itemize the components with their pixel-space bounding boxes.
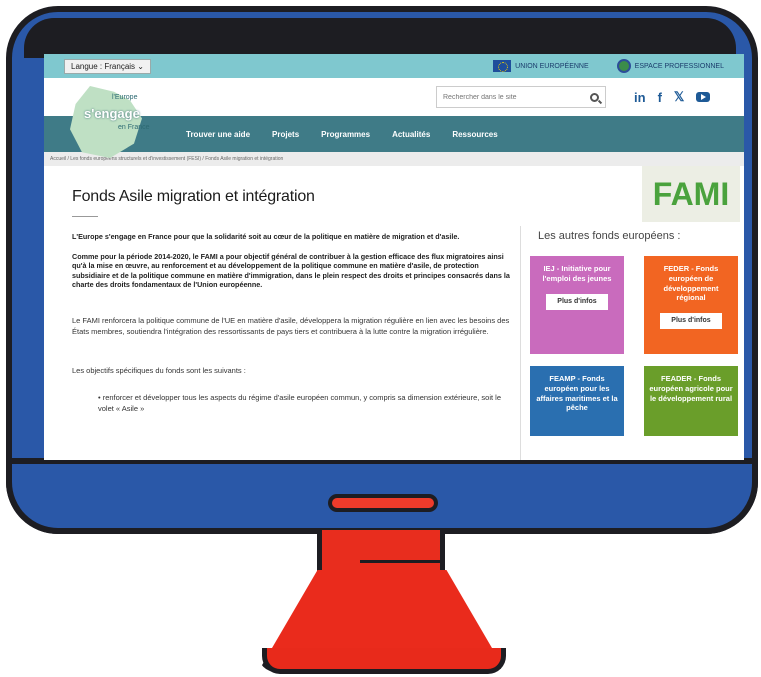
more-info-button[interactable]: Plus d'infos <box>660 313 722 329</box>
nav-item-aide[interactable]: Trouver une aide <box>186 130 250 139</box>
linkedin-icon[interactable]: in <box>634 90 646 105</box>
stand-line <box>360 560 440 563</box>
fund-card-feder[interactable]: FEDER - Fonds européen de développement … <box>644 256 738 354</box>
page-title: Fonds Asile migration et intégration <box>72 188 315 205</box>
pro-label: Espace professionnel <box>634 62 724 70</box>
fami-badge: FAMI <box>642 166 740 222</box>
eu-label: Union européenne <box>515 62 589 70</box>
search-input[interactable] <box>443 93 590 101</box>
site-logo[interactable]: l'Europe s'engage en France <box>62 80 154 160</box>
lead-paragraph: L'Europe s'engage en France pour que la … <box>72 232 460 241</box>
fund-card-feamp[interactable]: FEAMP - Fonds européen pour les affaires… <box>530 366 624 436</box>
nav-item-projets[interactable]: Projets <box>272 130 299 139</box>
more-info-button[interactable]: Plus d'infos <box>546 293 608 310</box>
fund-card-feader[interactable]: FEADER - Fonds européen agricole pour le… <box>644 366 738 436</box>
body-paragraph: Le FAMI renforcera la politique commune … <box>72 316 510 336</box>
nav-item-programmes[interactable]: Programmes <box>321 130 370 139</box>
fund-card-label: IEJ - Initiative pour l'emploi des jeune… <box>542 264 612 283</box>
search-icon[interactable] <box>590 92 599 102</box>
fund-card-label: FEAMP - Fonds européen pour les affaires… <box>536 374 618 413</box>
aside-title: Les autres fonds européens : <box>538 230 681 242</box>
pro-space-link[interactable]: Espace professionnel <box>616 59 724 73</box>
fund-card-iej[interactable]: IEJ - Initiative pour l'emploi des jeune… <box>530 256 624 354</box>
objectives-intro: Les objectifs spécifiques du fonds sont … <box>72 366 246 375</box>
objective-paragraph: Comme pour la période 2014-2020, le FAMI… <box>72 252 510 290</box>
title-underline <box>72 216 98 217</box>
objective-bullet: • renforcer et développer tous les aspec… <box>98 393 502 414</box>
monitor-top-edge <box>24 18 736 58</box>
monitor-neck <box>317 530 445 574</box>
power-indicator <box>328 494 438 512</box>
search-box[interactable] <box>436 86 606 108</box>
eu-flag-icon <box>493 60 512 72</box>
website-screen: Langue : Français ⌄ Union européenne Esp… <box>44 54 744 460</box>
eu-link[interactable]: Union européenne <box>493 60 589 72</box>
language-selector[interactable]: Langue : Français ⌄ <box>64 58 151 74</box>
fund-card-label: FEDER - Fonds européen de développement … <box>663 264 719 303</box>
youtube-icon[interactable] <box>696 92 711 102</box>
top-bar: Langue : Français ⌄ Union européenne Esp… <box>44 54 744 78</box>
twitter-icon[interactable]: 𝕏 <box>674 89 684 105</box>
social-links: in f 𝕏 <box>634 89 711 105</box>
logo-sub1: l'Europe <box>112 94 138 101</box>
aside-divider <box>520 226 521 460</box>
monitor-stand-base <box>262 648 506 674</box>
logo-sub2: en France <box>118 124 150 131</box>
nav-item-actualites[interactable]: Actualités <box>392 130 430 139</box>
logo-main: s'engage <box>84 106 140 121</box>
nav-item-ressources[interactable]: Ressources <box>452 130 497 139</box>
fund-card-label: FEADER - Fonds européen agricole pour le… <box>649 374 733 403</box>
pro-icon <box>616 59 631 73</box>
topbar-links: Union européenne Espace professionnel <box>493 59 724 73</box>
facebook-icon[interactable]: f <box>658 90 662 105</box>
main-content: Fonds Asile migration et intégration FAM… <box>44 166 744 460</box>
